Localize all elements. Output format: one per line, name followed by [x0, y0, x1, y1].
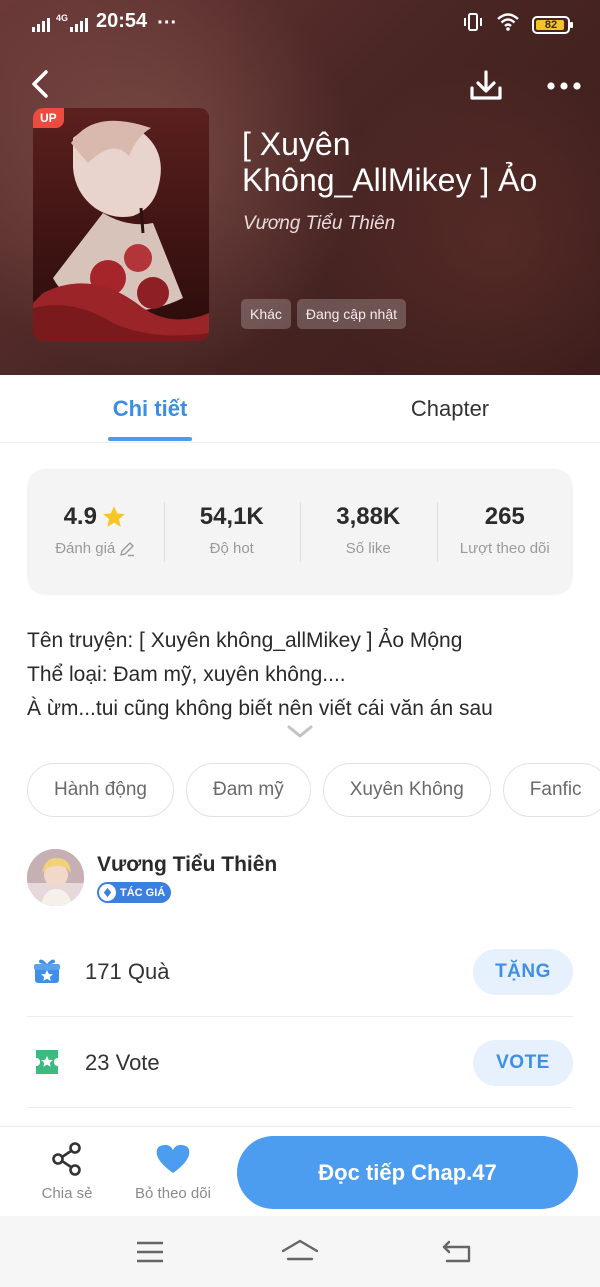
battery-icon: 82 [532, 15, 573, 34]
network-type: 4G [56, 13, 69, 23]
chevron-left-icon [32, 70, 48, 98]
stat-followers: 265 Lượt theo dõi [436, 502, 574, 562]
book-cover[interactable]: UP [33, 108, 209, 341]
vote-label: Vote [115, 1050, 160, 1075]
stat-hot: 54,1K Độ hot [163, 502, 301, 562]
send-gift-button[interactable]: TẶNG [473, 949, 573, 995]
feather-icon [99, 884, 116, 901]
back-arrow-icon [442, 1240, 471, 1263]
system-nav-bar [0, 1216, 600, 1287]
book-title: [ Xuyên Không_AllMikey ] Ảo [242, 126, 538, 198]
genre-list: Hành động Đam mỹ Xuyên Không Fanfic [27, 763, 600, 817]
back-button[interactable] [20, 64, 60, 104]
genre-chip[interactable]: Fanfic [502, 763, 600, 817]
vote-count: 23 [85, 1050, 110, 1075]
star-icon [103, 506, 125, 527]
signal-icon [32, 14, 50, 32]
more-horizontal-icon [547, 82, 581, 90]
followers-label: Lượt theo dõi [459, 540, 550, 557]
author-role-badge: TÁC GIÁ [97, 882, 172, 903]
stat-likes: 3,88K Số like [300, 502, 437, 562]
description-line: À ừm...tui cũng không biết nên viết cái … [27, 697, 493, 720]
status-bar: 4G 20:54 ··· 82 [0, 0, 600, 46]
gift-row: 171 Quà TẶNG [27, 927, 573, 1017]
wifi-icon [496, 12, 520, 37]
author-row[interactable]: Vương Tiểu Thiên TÁC GIÁ [27, 849, 573, 909]
tag-category[interactable]: Khác [241, 299, 291, 329]
menu-icon [137, 1241, 163, 1263]
chevron-down-icon [287, 725, 313, 738]
notification-dots: ··· [157, 12, 178, 34]
vote-button[interactable]: VOTE [473, 1040, 573, 1086]
likes-value: 3,88K [336, 503, 401, 530]
gift-count: 171 [85, 959, 122, 984]
hot-value: 54,1K [199, 503, 264, 530]
more-options-button[interactable] [542, 64, 586, 108]
status-time: 20:54 [96, 10, 148, 32]
tag-status: Đang cập nhật [296, 299, 406, 329]
share-icon [52, 1142, 81, 1176]
share-label: Chia sẻ [41, 1185, 93, 1202]
stats-card: 4.9 Đánh giá 54,1K Độ hot 3,88K Số like … [27, 469, 573, 595]
description-line: Thể loại: Đam mỹ, xuyên không.... [27, 663, 346, 686]
vote-row: 23 Vote VOTE [27, 1018, 573, 1108]
rating-value: 4.9 [63, 503, 97, 530]
download-icon [470, 70, 502, 100]
back-nav-button[interactable] [437, 1234, 477, 1270]
heart-icon [156, 1144, 190, 1173]
author-avatar[interactable] [27, 849, 84, 906]
ticket-icon [36, 1050, 58, 1074]
share-button[interactable]: Chia sẻ [22, 1141, 112, 1202]
tab-details[interactable]: Chi tiết [90, 375, 210, 443]
home-button[interactable] [280, 1234, 320, 1270]
tab-bar: Chi tiết Chapter [0, 375, 600, 443]
signal-icon [70, 14, 89, 32]
expand-description-button[interactable] [286, 724, 314, 745]
vibrate-icon [462, 12, 484, 37]
download-button[interactable] [464, 64, 508, 108]
author-role-label: TÁC GIÁ [120, 886, 166, 899]
book-description[interactable]: Tên truyện: [ Xuyên không_allMikey ] Ảo … [27, 624, 577, 726]
tab-chapter[interactable]: Chapter [390, 375, 510, 443]
up-badge: UP [33, 108, 64, 128]
followers-value: 265 [484, 503, 525, 530]
genre-chip[interactable]: Đam mỹ [185, 763, 311, 817]
author-name: Vương Tiểu Thiên [97, 853, 278, 876]
gift-label: Quà [127, 959, 170, 984]
book-header: 4G 20:54 ··· 82 UP [Xuyên Không_AllMike… [0, 0, 600, 375]
unfollow-label: Bỏ theo dõi [135, 1185, 211, 1202]
unfollow-button[interactable]: Bỏ theo dõi [128, 1141, 218, 1202]
hot-label: Độ hot [209, 540, 254, 557]
description-line: Tên truyện: [ Xuyên không_allMikey ] Ảo … [27, 629, 463, 652]
book-tags: Khác Đang cập nhật [241, 299, 406, 329]
home-icon [281, 1239, 319, 1261]
stat-rating[interactable]: 4.9 Đánh giá [27, 502, 164, 562]
gift-icon [34, 959, 60, 983]
continue-reading-button[interactable]: Đọc tiếp Chap.47 [237, 1136, 578, 1209]
genre-chip[interactable]: Hành động [27, 763, 174, 817]
bottom-action-bar: Chia sẻ Bỏ theo dõi Đọc tiếp Chap.47 [0, 1126, 600, 1216]
likes-label: Số like [345, 540, 391, 557]
edit-icon [120, 541, 135, 556]
book-author[interactable]: Vương Tiểu Thiên [243, 213, 395, 235]
cover-illustration [33, 108, 209, 341]
genre-chip[interactable]: Xuyên Không [322, 763, 491, 817]
rating-label: Đánh giá [55, 540, 116, 557]
recent-apps-button[interactable] [130, 1234, 170, 1270]
